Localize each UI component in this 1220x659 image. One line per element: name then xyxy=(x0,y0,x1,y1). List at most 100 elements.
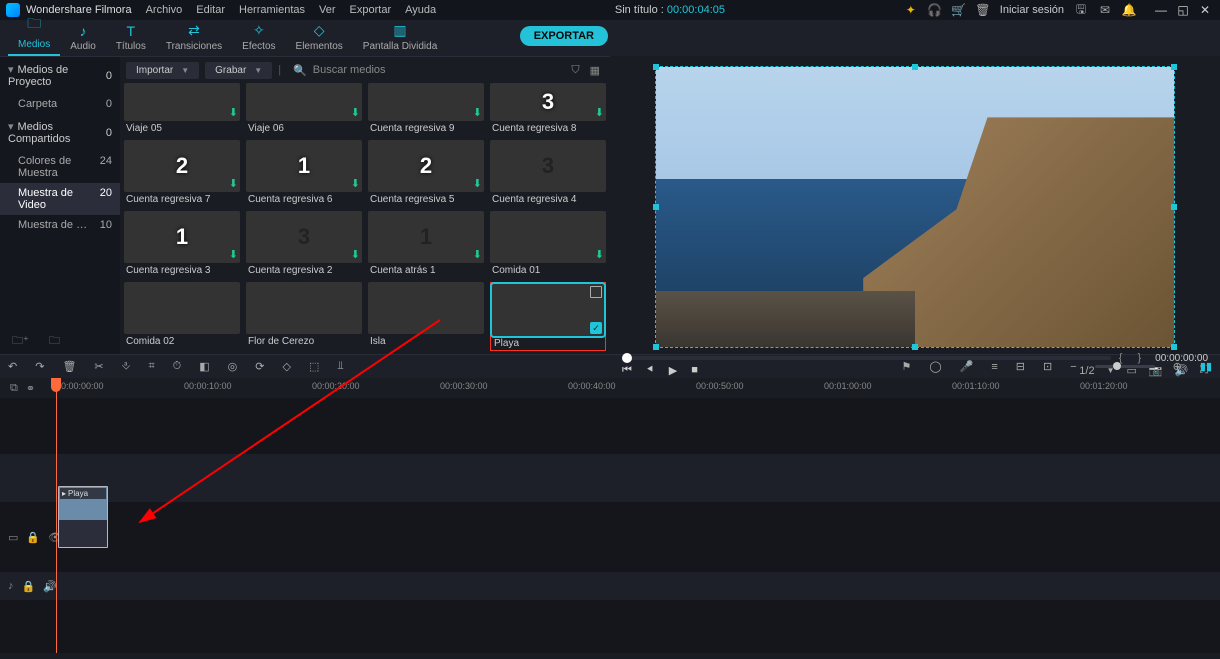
media-thumb[interactable]: ✓ xyxy=(492,284,604,336)
tab-titles[interactable]: TTítulos xyxy=(106,21,156,56)
cart-icon[interactable]: 🛒 xyxy=(952,3,966,17)
open-folder-icon[interactable]: 🗀 xyxy=(49,332,60,351)
record-dropdown[interactable]: Grabar▼ xyxy=(205,62,272,79)
zoom-button[interactable]: ⊡ xyxy=(1043,360,1052,373)
greenscreen-button[interactable]: ◎ xyxy=(228,360,238,373)
headphones-icon[interactable]: 🎧 xyxy=(928,3,942,17)
undo-button[interactable]: ↶ xyxy=(8,360,17,373)
resize-handle[interactable] xyxy=(1171,64,1177,70)
download-icon[interactable]: ⬇ xyxy=(351,248,360,261)
media-card[interactable]: 2⬇Cuenta regresiva 7 xyxy=(124,140,240,205)
media-card[interactable]: 1⬇Cuenta regresiva 6 xyxy=(246,140,362,205)
media-card[interactable]: 2⬇Cuenta regresiva 5 xyxy=(368,140,484,205)
sidebar-item-colors[interactable]: Colores de Muestra24 xyxy=(0,151,120,183)
menu-edit[interactable]: Editar xyxy=(196,4,225,16)
sidebar-section-shared[interactable]: ▾Medios Compartidos0 xyxy=(0,114,120,151)
zoom-minus[interactable]: − xyxy=(1070,361,1076,373)
menu-file[interactable]: Archivo xyxy=(146,4,183,16)
media-thumb[interactable]: ⬇ xyxy=(490,211,606,263)
keyframe-button[interactable]: ◇ xyxy=(282,360,290,373)
step-back-button[interactable]: ⯇ xyxy=(646,364,655,377)
stop-button[interactable]: ■ xyxy=(691,364,698,377)
menu-export[interactable]: Exportar xyxy=(350,4,392,16)
trash-icon[interactable]: 🗑 xyxy=(976,3,990,17)
media-card[interactable]: ⬇Viaje 06 xyxy=(246,83,362,134)
audio-detach-button[interactable]: ⫫ xyxy=(337,360,343,373)
download-icon[interactable]: ⬇ xyxy=(229,248,238,261)
mask-button[interactable]: ⬚ xyxy=(309,360,319,373)
menu-help[interactable]: Ayuda xyxy=(405,4,436,16)
media-thumb[interactable] xyxy=(246,282,362,334)
import-dropdown[interactable]: Importar▼ xyxy=(126,62,199,79)
grid-view-icon[interactable]: ▦ xyxy=(590,64,600,77)
media-thumb[interactable] xyxy=(368,282,484,334)
preview-canvas[interactable] xyxy=(655,66,1175,348)
marker-button[interactable]: ⚑ xyxy=(901,360,911,373)
playhead-cap[interactable] xyxy=(51,378,61,392)
media-card[interactable]: 3⬇Cuenta regresiva 2 xyxy=(246,211,362,276)
signin-link[interactable]: Iniciar sesión xyxy=(1000,4,1064,16)
media-thumb[interactable]: 1⬇ xyxy=(246,140,362,192)
prev-frame-button[interactable]: ⏮ xyxy=(622,364,632,377)
media-card[interactable]: 3⬇Cuenta regresiva 8 xyxy=(490,83,606,134)
timeline-settings-button[interactable]: ▮▮ xyxy=(1200,360,1212,373)
zoom-plus[interactable]: ⊕ xyxy=(1173,360,1182,373)
media-card[interactable]: ✓Playa xyxy=(490,282,606,351)
resize-handle[interactable] xyxy=(1171,344,1177,350)
tab-split[interactable]: ▥Pantalla Dividida xyxy=(353,20,448,56)
media-card[interactable]: ⬇Viaje 05 xyxy=(124,83,240,134)
media-card[interactable]: ⬇Cuenta regresiva 9 xyxy=(368,83,484,134)
tab-effects[interactable]: ✧Efectos xyxy=(232,20,285,56)
playhead[interactable] xyxy=(56,378,57,653)
scrub-knob[interactable] xyxy=(622,353,632,363)
play-button[interactable]: ▶ xyxy=(669,364,677,377)
download-icon[interactable]: ⬇ xyxy=(595,248,604,261)
media-card[interactable]: 1⬇Cuenta regresiva 3 xyxy=(124,211,240,276)
sidebar-item-video-sample[interactable]: Muestra de Video20 xyxy=(0,183,120,215)
resize-handle[interactable] xyxy=(653,64,659,70)
media-thumb[interactable]: ⬇ xyxy=(368,83,484,121)
lock-icon[interactable]: 🔒 xyxy=(22,580,36,593)
media-thumb[interactable] xyxy=(124,282,240,334)
track-audio[interactable]: ♪ 🔒 🔊 xyxy=(0,572,1220,600)
resize-handle[interactable] xyxy=(653,204,659,210)
download-icon[interactable]: ⬇ xyxy=(473,248,482,261)
search-input[interactable]: 🔍Buscar medios xyxy=(287,64,565,77)
volume-icon[interactable]: 🔊 xyxy=(43,580,57,593)
zoom-slider[interactable] xyxy=(1095,365,1155,368)
media-card[interactable]: Comida 02 xyxy=(124,282,240,351)
download-icon[interactable]: ⬇ xyxy=(229,177,238,190)
menu-tools[interactable]: Herramientas xyxy=(239,4,305,16)
message-icon[interactable]: ✉ xyxy=(1098,3,1112,17)
color-button[interactable]: ◧ xyxy=(199,360,209,373)
tab-elements[interactable]: ◇Elementos xyxy=(286,20,353,56)
media-card[interactable]: ⬇Comida 01 xyxy=(490,211,606,276)
timeline-clip[interactable]: ▸Playa xyxy=(58,486,108,548)
media-thumb[interactable]: ⬇ xyxy=(124,83,240,121)
download-icon[interactable]: ⬇ xyxy=(351,106,360,119)
timeline-ruler[interactable]: 00:00:00:0000:00:10:0000:00:20:0000:00:3… xyxy=(56,378,1220,398)
cut-button[interactable]: ✂ xyxy=(94,360,103,373)
scrub-track[interactable] xyxy=(622,356,1111,360)
menu-view[interactable]: Ver xyxy=(319,4,336,16)
tab-transitions[interactable]: ⇄Transiciones xyxy=(156,20,232,56)
download-icon[interactable]: ⬇ xyxy=(473,106,482,119)
tab-audio[interactable]: ♪Audio xyxy=(60,21,106,56)
download-icon[interactable]: ⬇ xyxy=(595,106,604,119)
filter-icon[interactable]: ⛉ xyxy=(571,64,579,77)
magnet-icon[interactable]: ⧉ xyxy=(10,382,18,395)
tab-media[interactable]: 🗀Medios xyxy=(8,11,60,56)
notify-icon[interactable]: 🔔 xyxy=(1122,3,1136,17)
tips-icon[interactable]: ✦ xyxy=(904,3,918,17)
delete-button[interactable]: 🗑 xyxy=(62,360,76,373)
media-card[interactable]: 3Cuenta regresiva 4 xyxy=(490,140,606,205)
split-button[interactable]: ⎀ xyxy=(122,360,131,373)
media-thumb[interactable]: 2⬇ xyxy=(368,140,484,192)
mixer-button[interactable]: ≡ xyxy=(991,361,997,373)
resize-handle[interactable] xyxy=(912,64,918,70)
add-overlay-icon[interactable] xyxy=(590,286,602,298)
speed-button[interactable]: ⏱ xyxy=(173,360,182,373)
download-icon[interactable]: ⬇ xyxy=(229,106,238,119)
resize-handle[interactable] xyxy=(912,344,918,350)
link-icon[interactable]: ⚭ xyxy=(26,382,35,395)
